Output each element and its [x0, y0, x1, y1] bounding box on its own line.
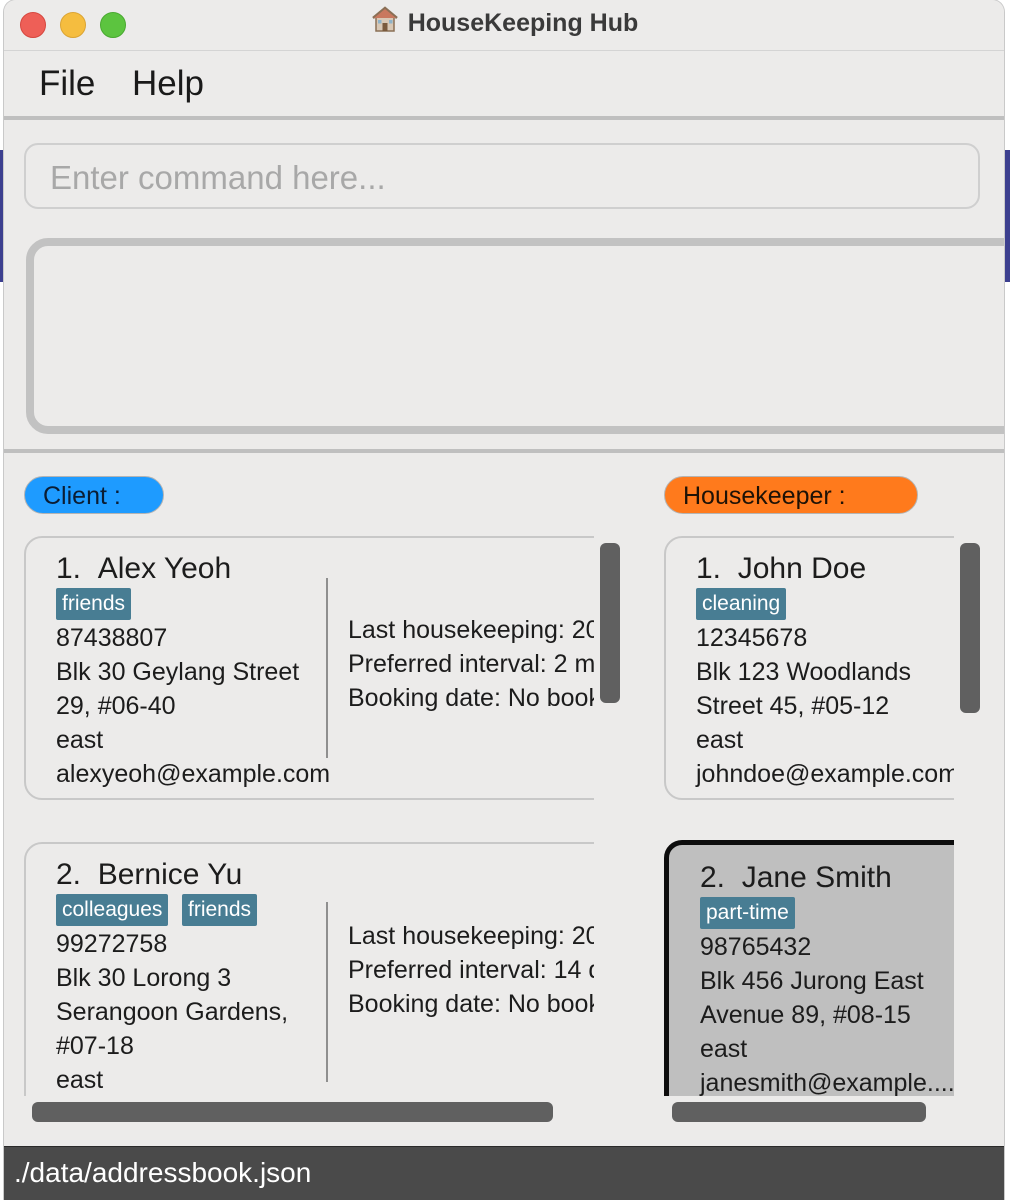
client-address-cont: #07-18	[56, 1032, 134, 1060]
result-display	[26, 238, 1004, 434]
housekeeper-index: 1.	[696, 552, 722, 585]
housekeeper-list[interactable]: 1. John Doe cleaning 12345678 Blk 123 Wo…	[664, 530, 954, 1096]
client-address: Blk 30 Lorong 3	[56, 964, 232, 992]
housekeeper-region: east	[696, 726, 744, 754]
menu-separator	[4, 116, 1004, 120]
housekeeper-phone: 12345678	[696, 624, 808, 652]
client-name-text: Alex Yeoh	[97, 552, 232, 585]
client-name-text: Bernice Yu	[97, 858, 243, 891]
client-address-cont: 29, #06-40	[56, 692, 176, 720]
housekeeper-list-vertical-scrollbar[interactable]	[960, 543, 980, 713]
booking-date: Booking date: No book	[348, 684, 594, 712]
client-card[interactable]: 2. Bernice Yu colleagues friends 9927275…	[24, 842, 594, 1096]
housekeeper-region: east	[700, 1035, 748, 1063]
tag-colleagues: colleagues	[56, 894, 169, 926]
client-phone: 99272758	[56, 930, 168, 958]
housekeeper-address: Blk 456 Jurong East	[700, 967, 924, 995]
command-input[interactable]: Enter command here...	[24, 143, 980, 209]
preferred-interval: Preferred interval: 2 m...	[348, 650, 594, 678]
client-label: Client :	[24, 476, 164, 514]
booking-date: Booking date: No book	[348, 990, 594, 1018]
housekeeper-card[interactable]: 1. John Doe cleaning 12345678 Blk 123 Wo…	[664, 536, 954, 800]
housekeeper-list-horizontal-scrollbar[interactable]	[672, 1102, 926, 1122]
client-list[interactable]: 1. Alex Yeoh friends 87438807 Blk 30 Gey…	[24, 530, 594, 1096]
title-bar: HouseKeeping Hub	[4, 0, 1004, 51]
housekeeper-phone: 98765432	[700, 933, 812, 961]
client-list-horizontal-scrollbar[interactable]	[32, 1102, 553, 1122]
housekeeper-name-text: Jane Smith	[741, 861, 892, 894]
card-divider	[326, 902, 328, 1082]
last-housekeeping: Last housekeeping: 20	[348, 922, 594, 950]
window-title-text: HouseKeeping Hub	[407, 9, 639, 37]
client-card[interactable]: 1. Alex Yeoh friends 87438807 Blk 30 Gey…	[24, 536, 594, 800]
tag-cleaning: cleaning	[696, 588, 787, 620]
housekeeper-label: Housekeeper :	[664, 476, 918, 514]
client-list-vertical-scrollbar[interactable]	[600, 543, 620, 703]
result-separator	[4, 449, 1004, 453]
client-index: 1.	[56, 552, 82, 585]
status-file-path: ./data/addressbook.json	[14, 1157, 312, 1188]
client-name: 2. Bernice Yu	[56, 858, 242, 892]
housekeeper-address-cont: Avenue 89, #08-15	[700, 1001, 911, 1029]
menu-help[interactable]: Help	[132, 64, 204, 104]
client-phone: 87438807	[56, 624, 168, 652]
client-region: east	[56, 726, 104, 754]
tag-friends: friends	[182, 894, 258, 926]
housekeeper-email: janesmith@example....	[700, 1069, 954, 1096]
housekeeper-name-text: John Doe	[737, 552, 867, 585]
housekeeper-email: johndoe@example.com	[696, 760, 954, 788]
client-address-cont: Serangoon Gardens,	[56, 998, 289, 1026]
menu-file[interactable]: File	[39, 64, 95, 104]
last-housekeeping: Last housekeeping: 20	[348, 616, 594, 644]
housekeeper-card-selected[interactable]: 2. Jane Smith part-time 98765432 Blk 456…	[664, 840, 954, 1096]
client-region: east	[56, 1066, 104, 1094]
client-index: 2.	[56, 858, 82, 891]
client-address: Blk 30 Geylang Street	[56, 658, 300, 686]
client-email: alexyeoh@example.com	[56, 760, 331, 788]
preferred-interval: Preferred interval: 14 d	[348, 956, 594, 984]
housekeeper-address: Blk 123 Woodlands	[696, 658, 911, 686]
tag-friends: friends	[56, 588, 132, 620]
window-title: HouseKeeping Hub	[4, 0, 1004, 46]
housekeeper-address-cont: Street 45, #05-12	[696, 692, 890, 720]
app-window: HouseKeeping Hub File Help Enter command…	[4, 0, 1004, 1200]
card-divider	[326, 578, 328, 758]
tag-part-time: part-time	[700, 897, 795, 929]
housekeeper-name: 1. John Doe	[696, 552, 866, 586]
client-name: 1. Alex Yeoh	[56, 552, 231, 586]
status-bar: ./data/addressbook.json	[4, 1146, 1004, 1200]
housekeeper-name: 2. Jane Smith	[700, 861, 892, 895]
menu-bar: File Help	[4, 52, 1004, 118]
house-icon	[370, 2, 400, 48]
housekeeper-index: 2.	[700, 861, 726, 894]
